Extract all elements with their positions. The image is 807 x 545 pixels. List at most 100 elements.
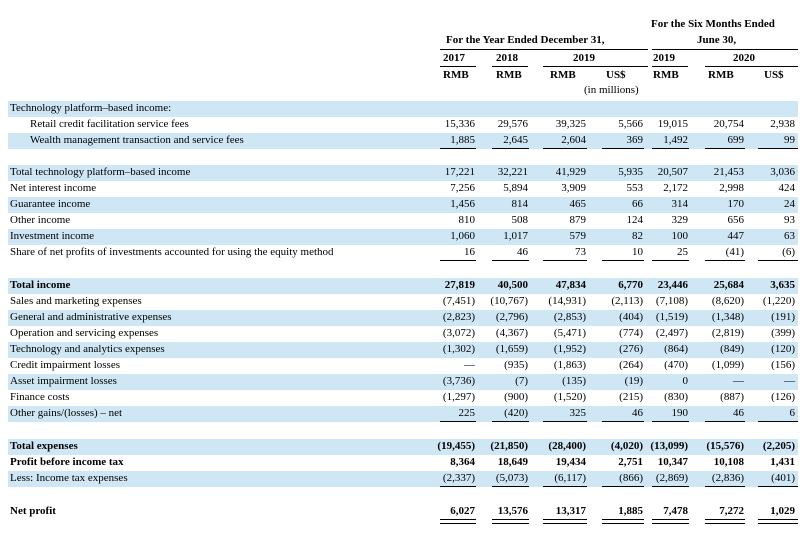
row-value: (276) bbox=[619, 343, 643, 355]
row-value: 6 bbox=[789, 407, 796, 419]
table-row: Other gains/(losses) – net 225 (420) 325 46 1… bbox=[8, 406, 798, 422]
total-rule bbox=[440, 486, 476, 487]
row-label: Asset impairment losses bbox=[10, 375, 117, 387]
row-value: 656 bbox=[727, 214, 745, 226]
row-value: 73 bbox=[575, 246, 586, 258]
total-rule bbox=[602, 486, 644, 487]
table-row: Wealth management transaction and servic… bbox=[8, 133, 798, 149]
ul-2017 bbox=[440, 66, 476, 67]
total-rule bbox=[652, 519, 689, 524]
row-value: (774) bbox=[619, 327, 643, 339]
row-value: (2,337) bbox=[442, 472, 475, 484]
row-value: 39,325 bbox=[555, 118, 586, 130]
row-value: (1,520) bbox=[553, 391, 586, 403]
row-value: 5,566 bbox=[618, 118, 643, 130]
row-value: 25,684 bbox=[713, 279, 744, 291]
total-rule bbox=[758, 260, 798, 261]
total-rule bbox=[758, 486, 798, 487]
in-millions-note: (in millions) bbox=[584, 84, 639, 96]
row-value: (864) bbox=[664, 343, 688, 355]
currency-usd-2019: US$ bbox=[606, 69, 626, 81]
row-value: 814 bbox=[511, 198, 529, 210]
row-value: 13,576 bbox=[497, 505, 528, 517]
row-value: (6) bbox=[782, 246, 795, 258]
row-value: (120) bbox=[771, 343, 795, 355]
row-value: 20,507 bbox=[657, 166, 688, 178]
total-rule bbox=[705, 421, 745, 422]
row-value: (2,869) bbox=[655, 472, 688, 484]
year-2019: 2019 bbox=[573, 52, 595, 64]
row-value: (3,072) bbox=[442, 327, 475, 339]
table-row: Operation and servicing expenses (3,072) (… bbox=[8, 326, 798, 342]
row-value: (191) bbox=[771, 311, 795, 323]
total-rule bbox=[652, 148, 689, 149]
row-value: 579 bbox=[569, 230, 587, 242]
row-value: 6,027 bbox=[450, 505, 475, 517]
row-label: Net interest income bbox=[10, 182, 97, 194]
row-value: 46 bbox=[517, 246, 528, 258]
row-value: 190 bbox=[671, 407, 689, 419]
total-rule bbox=[758, 421, 798, 422]
row-value: 225 bbox=[458, 407, 476, 419]
row-value: 5,894 bbox=[503, 182, 528, 194]
row-value: (849) bbox=[720, 343, 744, 355]
row-value: (1,220) bbox=[762, 295, 795, 307]
six-month-underline bbox=[652, 49, 798, 50]
row-value: 7,272 bbox=[719, 505, 744, 517]
row-value: (19) bbox=[624, 375, 643, 387]
row-value: (7) bbox=[515, 375, 528, 387]
row-label: Net profit bbox=[10, 505, 56, 517]
total-rule bbox=[652, 260, 689, 261]
row-label: Other income bbox=[10, 214, 71, 226]
row-value: (900) bbox=[504, 391, 528, 403]
row-value: (156) bbox=[771, 359, 795, 371]
row-label: Total technology platform–based income bbox=[10, 166, 191, 178]
row-value: 3,635 bbox=[770, 279, 795, 291]
row-value: (3,736) bbox=[442, 375, 475, 387]
year-2019-six-month: 2019 bbox=[653, 52, 675, 64]
row-value: 1,060 bbox=[450, 230, 475, 242]
row-value: 10,347 bbox=[657, 456, 688, 468]
row-label: Technology platform–based income: bbox=[10, 102, 172, 114]
row-value: 5,935 bbox=[618, 166, 643, 178]
row-value: 41,929 bbox=[555, 166, 586, 178]
row-value: (830) bbox=[664, 391, 688, 403]
table-row: Less: Income tax expenses (2,337) (5,073) (… bbox=[8, 471, 798, 487]
total-rule bbox=[440, 421, 476, 422]
row-value: 465 bbox=[569, 198, 587, 210]
row-value: (7,451) bbox=[442, 295, 475, 307]
row-value: 25 bbox=[677, 246, 688, 258]
row-value: (7,108) bbox=[655, 295, 688, 307]
row-value: 16 bbox=[464, 246, 475, 258]
row-value: 314 bbox=[671, 198, 689, 210]
row-value: (2,823) bbox=[442, 311, 475, 323]
table-row: Net interest income 7,256 5,894 3,909 553 2,1… bbox=[8, 181, 798, 197]
row-value: (399) bbox=[771, 327, 795, 339]
row-label: Profit before income tax bbox=[10, 456, 124, 468]
row-value: 10,108 bbox=[713, 456, 744, 468]
row-label: Investment income bbox=[10, 230, 95, 242]
row-value: (1,348) bbox=[711, 311, 744, 323]
total-rule bbox=[440, 148, 476, 149]
row-value: 0 bbox=[682, 375, 689, 387]
row-value: (14,931) bbox=[548, 295, 586, 307]
row-value: 1,029 bbox=[770, 505, 795, 517]
table-row: General and administrative expenses (2,82… bbox=[8, 310, 798, 326]
total-rule bbox=[543, 421, 587, 422]
row-value: 3,909 bbox=[561, 182, 586, 194]
row-value: (6,117) bbox=[554, 472, 586, 484]
row-value: 369 bbox=[626, 134, 644, 146]
row-value: 40,500 bbox=[497, 279, 528, 291]
row-value: 23,446 bbox=[657, 279, 688, 291]
row-label: Total income bbox=[10, 279, 71, 291]
row-value: 27,819 bbox=[444, 279, 475, 291]
table-row: Profit before income tax 8,364 18,649 19,43… bbox=[8, 455, 798, 471]
row-value: (2,113) bbox=[611, 295, 643, 307]
total-rule bbox=[492, 148, 529, 149]
row-value: (215) bbox=[619, 391, 643, 403]
row-value: 24 bbox=[784, 198, 795, 210]
row-value: (19,455) bbox=[437, 440, 475, 452]
row-value: 1,885 bbox=[618, 505, 643, 517]
row-value: 19,434 bbox=[555, 456, 586, 468]
currency-rmb-2019-six: RMB bbox=[653, 69, 679, 81]
